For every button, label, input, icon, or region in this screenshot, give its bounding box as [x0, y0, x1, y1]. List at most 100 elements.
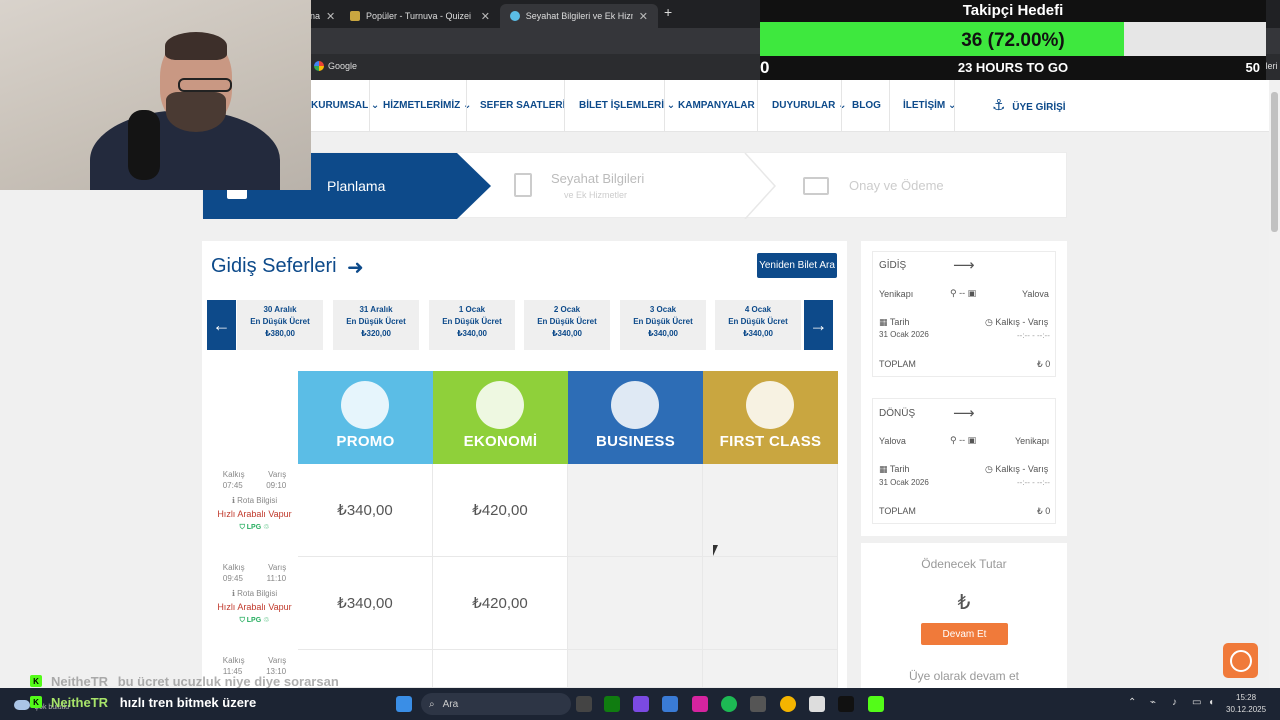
payment-title: Ödenecek Tutar	[921, 557, 1007, 571]
spotify-icon[interactable]	[721, 696, 737, 712]
route-marker: ⚲ -- ▣	[950, 288, 977, 298]
booking-steps: Planlama Seyahat Bilgileri ve Ek Hizmetl…	[202, 152, 1067, 219]
nav-item-blog[interactable]: BLOG	[852, 100, 881, 111]
vessel-type: Hızlı Arabalı Vapur	[217, 602, 292, 612]
member-continue-link[interactable]: Üye olarak devam et	[861, 669, 1067, 683]
step-payment-label: Onay ve Ödeme	[849, 178, 944, 193]
fare-cell-first	[703, 557, 838, 650]
chat-text: hızlı tren bitmek üzere	[119, 695, 257, 710]
return-date: 31 Ocak 2026	[879, 478, 929, 487]
windows-start-icon[interactable]	[396, 696, 412, 712]
step-travel-info-label: Seyahat Bilgileri	[551, 171, 645, 186]
outbound-to: Yalova	[1022, 289, 1049, 299]
search-icon: ⌕	[429, 698, 435, 710]
long-arrow-icon: ⟶	[953, 405, 975, 422]
nav-item-duyurular[interactable]: DUYURULAR ⌄	[772, 100, 847, 111]
anchor-icon: ⚓	[992, 97, 1006, 114]
calendar-icon: ▦	[879, 464, 888, 474]
fare-cell-ekonomi[interactable]: ₺420,00	[433, 464, 568, 557]
bookmark-google[interactable]: Google	[314, 61, 357, 71]
xbox-icon[interactable]	[604, 696, 620, 712]
time-label: ◷ Kalkış - Varış	[985, 317, 1049, 327]
tiktok-icon[interactable]	[838, 696, 854, 712]
network-icon[interactable]: ⌁	[1150, 697, 1156, 708]
nav-item-sefer-saatleri[interactable]: SEFER SAATLERİ	[480, 100, 565, 111]
browser-tab[interactable]: Popüler - Turnuva - Quizei ✕	[340, 4, 500, 28]
next-dates-button[interactable]: →	[804, 300, 833, 350]
date-card[interactable]: 31 Aralık En Düşük Ücret ₺320,00	[333, 300, 419, 350]
search-again-button[interactable]: Yeniden Bilet Ara	[757, 253, 837, 278]
chat-username: NeitheTR	[51, 674, 109, 689]
lira-icon: ₺	[957, 592, 971, 614]
chrome-icon[interactable]	[780, 696, 796, 712]
close-tab-icon[interactable]: ✕	[481, 10, 490, 23]
fare-class-ekonomi: EKONOMİ	[433, 371, 568, 464]
live-chat-button[interactable]	[1223, 643, 1258, 678]
id-card-icon	[514, 173, 532, 197]
microphone-icon	[128, 110, 160, 180]
task-view-icon[interactable]	[576, 696, 592, 712]
follower-goal-widget: Takipçi Hedefi 36 (72.00%) 0 23 HOURS TO…	[760, 0, 1266, 80]
date-label: ▦ Tarih	[879, 317, 910, 327]
search-label: Ara	[442, 698, 459, 710]
date-card[interactable]: 2 Ocak En Düşük Ücret ₺340,00	[524, 300, 610, 350]
copilot-icon[interactable]	[633, 696, 649, 712]
new-tab-icon[interactable]: +	[664, 4, 672, 20]
browser-tab-active[interactable]: Seyahat Bilgileri ve Ek Hizmetler ✕	[500, 4, 658, 28]
continue-button[interactable]: Devam Et	[921, 623, 1008, 645]
date-card[interactable]: 1 Ocak En Düşük Ücret ₺340,00	[429, 300, 515, 350]
return-time: --:-- - --:--	[1017, 478, 1050, 487]
date-card[interactable]: 4 Ocak En Düşük Ücret ₺340,00	[715, 300, 801, 350]
site-favicon-icon	[510, 11, 520, 21]
page-scrollbar[interactable]	[1269, 80, 1280, 688]
fare-class-promo: PROMO	[298, 371, 433, 464]
tray-chevron-icon[interactable]: ⌃	[1128, 697, 1136, 708]
trip-info: Kalkış Varış 11:45 13:10	[222, 656, 287, 676]
goal-count: 36 (72.00%)	[961, 30, 1065, 51]
fare-cell-promo[interactable]: ₺340,00	[298, 557, 433, 650]
fare-cell-ekonomi[interactable]	[433, 650, 568, 688]
close-tab-icon[interactable]: ✕	[326, 10, 335, 23]
display-icon[interactable]: ▭	[1192, 697, 1201, 708]
close-tab-icon[interactable]: ✕	[639, 10, 648, 23]
volume-icon[interactable]: ◖	[1208, 697, 1214, 708]
map-pin-icon: ⚲	[950, 288, 957, 298]
taskbar-clock[interactable]: 15:28 30.12.2025	[1226, 692, 1266, 716]
taskbar-search[interactable]: ⌕ Ara	[421, 693, 571, 715]
google-icon	[314, 61, 324, 71]
chat-message: NeitheTR bu ücret ucuzluk niye diye sora…	[51, 674, 339, 689]
date-card[interactable]: 30 Aralık En Düşük Ücret ₺380,00	[237, 300, 323, 350]
scrollbar-thumb[interactable]	[1271, 92, 1278, 232]
clock-time: 15:28	[1236, 693, 1257, 702]
nav-item-kampanyalar[interactable]: KAMPANYALAR	[678, 100, 755, 111]
chat-text: bu ücret ucuzluk niye diye sorarsan	[117, 674, 339, 689]
route-info-link[interactable]: ℹ Rota Bilgisi	[211, 496, 298, 505]
nav-item-iletisim[interactable]: İLETİŞİM ⌄	[903, 100, 956, 111]
goal-max: 50	[1245, 60, 1260, 75]
capcut-icon[interactable]	[809, 696, 825, 712]
member-login-link[interactable]: ⚓ ÜYE GİRİŞİ	[992, 96, 1066, 114]
store-icon[interactable]	[750, 696, 766, 712]
mic-tray-icon[interactable]: ♪	[1172, 697, 1177, 708]
route-info-link[interactable]: ℹ Rota Bilgisi	[211, 589, 298, 598]
outbound-date: 31 Ocak 2026	[879, 330, 929, 339]
kick-app-icon[interactable]	[868, 696, 884, 712]
weather-icon	[14, 700, 30, 710]
step-travel-info-sub: ve Ek Hizmetler	[564, 190, 628, 200]
prev-dates-button[interactable]: ←	[207, 300, 236, 350]
fare-class-label: FIRST CLASS	[719, 433, 822, 450]
fare-cell-first	[703, 650, 838, 688]
route-marker: ⚲ -- ▣	[950, 435, 977, 445]
fare-cell-promo[interactable]: ₺340,00	[298, 464, 433, 557]
fare-cell-ekonomi[interactable]: ₺420,00	[433, 557, 568, 650]
outbound-time: --:-- - --:--	[1017, 331, 1050, 340]
photos-icon[interactable]	[662, 696, 678, 712]
lpg-badge: ⛉ LPG ♲	[239, 524, 270, 531]
nav-item-hizmetlerimiz[interactable]: HİZMETLERİMİZ ⌄	[383, 100, 471, 111]
fare-cell-first	[703, 464, 838, 557]
date-card[interactable]: 3 Ocak En Düşük Ücret ₺340,00	[620, 300, 706, 350]
instagram-icon[interactable]	[692, 696, 708, 712]
clock-icon: ◷	[985, 464, 993, 474]
nav-item-bilet-islemleri[interactable]: BİLET İŞLEMLERİ ⌄	[579, 100, 675, 111]
briefcase-icon	[611, 381, 659, 429]
